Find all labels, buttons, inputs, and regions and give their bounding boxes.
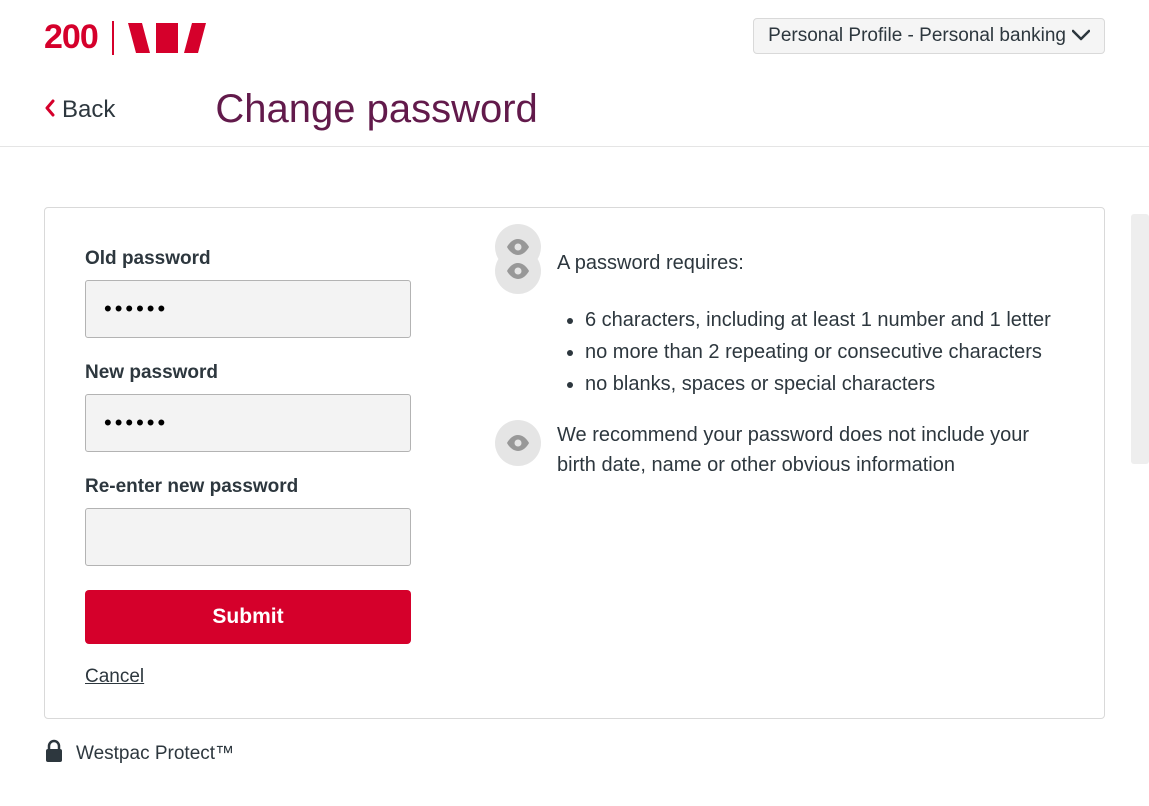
change-password-card: Old password New password Re-enter new p…: [44, 207, 1105, 719]
new-password-field: New password: [85, 362, 425, 452]
rule-item: 6 characters, including at least 1 numbe…: [585, 304, 1051, 336]
cancel-link[interactable]: Cancel: [85, 666, 144, 687]
chevron-left-icon: [44, 96, 56, 124]
rules-column: A password requires: 6 characters, inclu…: [495, 248, 1064, 688]
old-password-field: Old password: [85, 248, 425, 338]
protect-label: Westpac Protect™: [76, 743, 234, 765]
eye-icon: [495, 420, 541, 466]
scrollbar[interactable]: [1131, 214, 1149, 464]
rules-recommendation-block: We recommend your password does not incl…: [495, 420, 1064, 480]
page-title: Change password: [215, 87, 537, 132]
header: 200 Personal Profile - Personal banking: [0, 0, 1149, 57]
title-row: Back Change password: [0, 57, 1149, 147]
reenter-password-field: Re-enter new password: [85, 476, 425, 566]
profile-dropdown[interactable]: Personal Profile - Personal banking: [753, 18, 1105, 54]
content: Old password New password Re-enter new p…: [0, 147, 1149, 719]
back-label: Back: [62, 96, 115, 124]
westpac-w-icon: [128, 23, 206, 53]
rules-eye-2: [495, 224, 1064, 270]
submit-button[interactable]: Submit: [85, 590, 411, 644]
back-link[interactable]: Back: [44, 96, 115, 124]
logo-200-text: 200: [44, 18, 98, 57]
footer-protect: Westpac Protect™: [0, 719, 1149, 769]
profile-dropdown-label: Personal Profile - Personal banking: [768, 25, 1066, 47]
old-password-input[interactable]: [85, 280, 411, 338]
old-password-label: Old password: [85, 248, 425, 270]
rules-intro-block: A password requires: 6 characters, inclu…: [495, 248, 1064, 400]
chevron-down-icon: [1072, 25, 1090, 47]
form-column: Old password New password Re-enter new p…: [85, 248, 425, 688]
lock-icon: [44, 739, 64, 769]
rule-item: no more than 2 repeating or consecutive …: [585, 336, 1051, 368]
new-password-input[interactable]: [85, 394, 411, 452]
reenter-password-input[interactable]: [85, 508, 411, 566]
logo-block: 200: [44, 18, 206, 57]
logo-divider: [112, 21, 114, 55]
rules-list: 6 characters, including at least 1 numbe…: [557, 304, 1051, 400]
rule-item: no blanks, spaces or special characters: [585, 368, 1051, 400]
rules-recommendation-text: We recommend your password does not incl…: [557, 420, 1064, 480]
new-password-label: New password: [85, 362, 425, 384]
reenter-password-label: Re-enter new password: [85, 476, 425, 498]
